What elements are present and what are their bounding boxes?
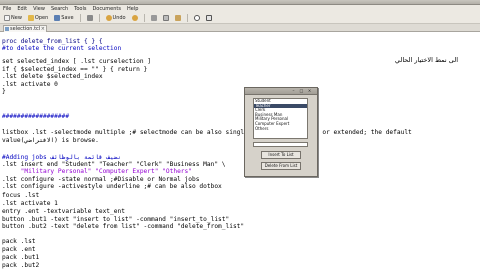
code-line: value(الافتراضي) is browse. <box>2 137 99 144</box>
tab-label: selection.tcl <box>10 26 41 32</box>
code-comment: ################## <box>2 113 70 120</box>
tab-selection-tcl[interactable]: selection.tcl × <box>3 25 47 32</box>
redo-icon <box>131 15 138 21</box>
document-icon <box>5 27 9 31</box>
listbox-item[interactable]: Others <box>254 126 307 132</box>
text-entry[interactable] <box>253 142 308 147</box>
jobs-listbox[interactable]: Student Teacher Clerk Business Man Military … <box>253 98 308 139</box>
code-comment: #to delete the current selection <box>2 45 122 52</box>
undo-button[interactable]: Undo <box>104 14 128 23</box>
paste-icon <box>174 15 181 21</box>
code-line: .lst configure -activestyle underline ;#… <box>2 183 222 190</box>
save-button[interactable]: Save <box>52 14 75 23</box>
code-line: entry .ent -textvariable text_ent <box>2 208 125 215</box>
find-button[interactable] <box>192 14 202 23</box>
code-line: .lst delete $selected_index <box>2 73 103 80</box>
folder-icon <box>27 15 34 21</box>
code-line: pack .ent <box>2 246 36 253</box>
document-tab-bar: selection.tcl × <box>0 24 480 32</box>
print-icon <box>86 15 93 21</box>
toolbar-separator <box>98 14 100 22</box>
code-line: pack .but1 <box>2 254 40 261</box>
paste-button[interactable] <box>173 14 183 23</box>
open-label: Open <box>34 15 49 21</box>
toolbar: New Open Save Undo <box>0 13 480 24</box>
tk-app-window: – □ × Student Teacher Clerk Business Man Mil… <box>244 87 318 177</box>
cut-button[interactable] <box>149 14 159 23</box>
toolbar-separator <box>143 14 145 22</box>
delete-from-list-button[interactable]: Delete From List <box>261 162 301 170</box>
menu-tools[interactable]: Tools <box>74 5 86 13</box>
arabic-note: الى نمط الاختيار الحالي <box>394 56 458 64</box>
cut-icon <box>150 15 157 21</box>
new-button[interactable]: New <box>2 14 24 23</box>
code-editor[interactable]: proc delete_from_list { } { #to delete t… <box>0 33 480 270</box>
code-line: .lst activate 0 <box>2 81 58 88</box>
print-button[interactable] <box>85 14 95 23</box>
menu-documents[interactable]: Documents <box>92 5 121 13</box>
new-label: New <box>11 15 22 21</box>
replace-icon <box>205 15 212 21</box>
save-icon <box>54 15 61 21</box>
save-label: Save <box>61 15 74 21</box>
toolbar-separator <box>79 14 81 22</box>
menu-search[interactable]: Search <box>51 5 68 13</box>
maximize-icon[interactable]: □ <box>299 89 304 93</box>
code-line: button .but2 -text "delete from list" -c… <box>2 223 245 230</box>
code-line: focus .lst <box>2 192 40 199</box>
menu-file[interactable]: File <box>3 5 11 13</box>
toolbar-separator <box>186 14 188 22</box>
copy-icon <box>162 15 169 21</box>
copy-button[interactable] <box>161 14 171 23</box>
undo-label: Undo <box>112 15 126 21</box>
minimize-icon[interactable]: – <box>291 89 296 93</box>
close-icon[interactable]: × <box>41 26 45 32</box>
new-file-icon <box>4 15 10 21</box>
menu-edit[interactable]: Edit <box>17 5 27 13</box>
tk-titlebar[interactable]: – □ × <box>245 88 317 95</box>
code-line: listbox .lst -selectmode multiple ;# sel… <box>2 129 412 136</box>
redo-button[interactable] <box>130 14 140 23</box>
menu-help[interactable]: Help <box>127 5 138 13</box>
menu-view[interactable]: View <box>33 5 45 13</box>
insert-to-list-button[interactable]: Insert To List <box>261 151 301 159</box>
code-line: "Military Personal" "Computer Expert" "O… <box>2 168 192 175</box>
menu-bar: File Edit View Search Tools Documents He… <box>0 5 480 13</box>
close-icon[interactable]: × <box>307 89 312 93</box>
undo-icon <box>105 15 112 21</box>
code-line: pack .lst <box>2 238 36 245</box>
code-line: .lst activate 1 <box>2 200 58 207</box>
search-icon <box>193 15 200 21</box>
code-line: pack .but2 <box>2 262 40 269</box>
open-button[interactable]: Open <box>26 14 50 23</box>
replace-button[interactable] <box>204 14 214 23</box>
code-line: } <box>2 88 6 95</box>
code-line: set selected_index [ .lst curselection ] <box>2 58 152 65</box>
